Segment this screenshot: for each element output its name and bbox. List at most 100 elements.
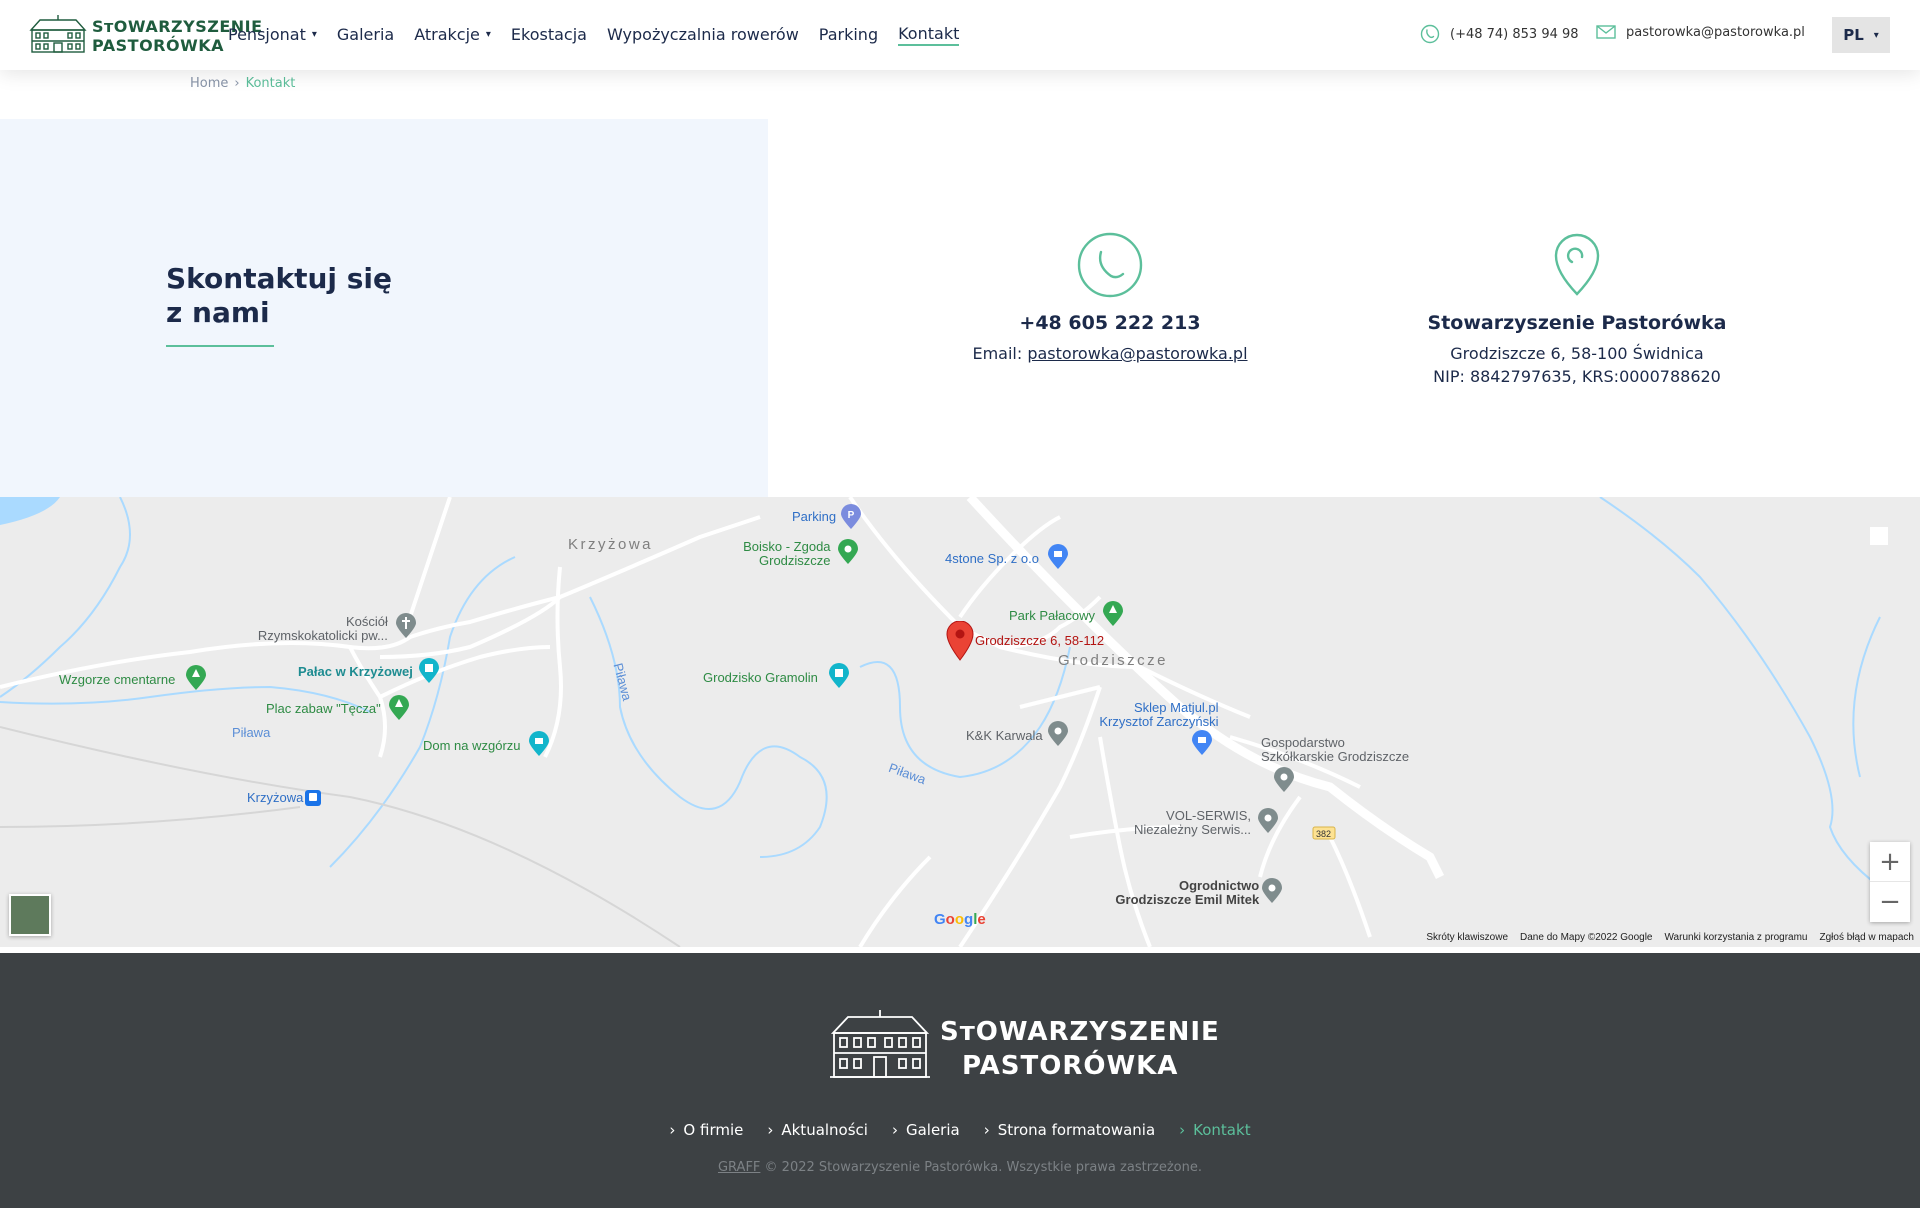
footer-link-galeria[interactable]: › Galeria — [892, 1121, 960, 1139]
business-pin-icon[interactable] — [1274, 767, 1294, 797]
breadcrumb: Home › Kontakt — [190, 76, 295, 91]
poi-label[interactable]: Dom na wzgórzu — [423, 739, 521, 753]
keyboard-shortcuts-link[interactable]: Skróty klawiszowe — [1426, 932, 1508, 943]
email-line: Email: pastorowka@pastorowka.pl — [910, 342, 1310, 365]
marker-address-label: Grodziszcze 6, 58-112 — [975, 633, 1105, 648]
chevron-right-icon: › — [1179, 1121, 1186, 1139]
language-select[interactable]: PL ▾ — [1832, 17, 1890, 53]
poi-label[interactable]: Ogrodnictwo Grodziszcze Emil Mitek — [1111, 879, 1259, 907]
business-pin-icon[interactable] — [1258, 808, 1278, 838]
address-card: Stowarzyszenie Pastorówka Grodziszcze 6,… — [1377, 232, 1777, 388]
chevron-right-icon: › — [891, 1121, 898, 1139]
poi-label-line: Krzysztof Zarczyński — [1099, 714, 1219, 729]
nav-label: Ekostacja — [510, 24, 587, 44]
nav-item-wypozyczalnia[interactable]: Wypożyczalnia rowerów — [607, 25, 799, 46]
footer-link-kontakt[interactable]: › Kontakt — [1179, 1121, 1250, 1139]
town-label-krzyzowa: Krzyżowa — [568, 536, 654, 553]
lodging-pin-icon[interactable] — [529, 731, 549, 761]
footer-logo[interactable]: SᴛOWARZYSZENIE PASTORÓWKA — [830, 1009, 1219, 1089]
park-pin-icon[interactable] — [186, 665, 206, 695]
nav-label: Pensjonat — [228, 24, 306, 44]
poi-label[interactable]: Pałac w Krzyżowej — [298, 665, 413, 679]
zoom-out-button[interactable]: − — [1870, 882, 1910, 922]
transit-label[interactable]: Krzyżowa — [247, 791, 303, 805]
footer-link-label: Strona formatowania — [997, 1121, 1156, 1139]
location-marker-icon[interactable] — [946, 620, 974, 665]
nav-item-ekostacja[interactable]: Ekostacja — [511, 25, 587, 46]
poi-label[interactable]: Gospodarstwo Szkółkarskie Grodziszcze — [1261, 736, 1409, 764]
footer-nav: › O firmie › Aktualności › Galeria › Strona … — [0, 1121, 1920, 1139]
report-error-link[interactable]: Zgłoś błąd w mapach — [1820, 932, 1915, 943]
nav-label: Parking — [818, 24, 879, 44]
footer-link-o-firmie[interactable]: › O firmie — [669, 1121, 743, 1139]
header-email-text: pastorowka@pastorowka.pl — [1626, 24, 1805, 40]
poi-label[interactable]: K&K Karwala — [966, 729, 1043, 743]
poi-label[interactable]: Grodzisko Gramolin — [703, 671, 818, 685]
footer-logo-line-2: PASTORÓWKA — [962, 1051, 1179, 1081]
shop-pin-icon[interactable] — [1048, 544, 1068, 574]
chevron-right-icon: › — [983, 1121, 990, 1139]
landmark-pin-icon[interactable] — [419, 658, 439, 688]
sports-pin-icon[interactable] — [838, 539, 858, 569]
chevron-down-icon: ▾ — [1873, 29, 1879, 41]
church-pin-icon[interactable] — [396, 613, 416, 643]
road-number-label: 382 — [1316, 829, 1332, 839]
poi-label[interactable]: 4stone Sp. z o.o — [945, 552, 1039, 566]
breadcrumb-home[interactable]: Home — [190, 76, 228, 91]
bus-stop-icon[interactable] — [305, 790, 321, 810]
google-map[interactable]: Krzyżowa Grodziszcze Piława Piława Piław… — [0, 497, 1920, 947]
nav-label: Galeria — [336, 24, 395, 44]
nav-item-kontakt[interactable]: Kontakt — [898, 24, 960, 46]
phone-number[interactable]: +48 605 222 213 — [910, 312, 1310, 334]
header-phone[interactable]: (+48 74) 853 94 98 — [1420, 24, 1579, 44]
site-logo[interactable]: SᴛOWARZYSZENIE PASTORÓWKA — [28, 14, 262, 56]
map-data-credit: Dane do Mapy ©2022 Google — [1520, 932, 1653, 943]
fullscreen-toggle[interactable] — [1870, 527, 1888, 545]
nav-item-atrakcje[interactable]: Atrakcje ▾ — [414, 25, 491, 46]
poi-label[interactable]: Plac zabaw "Tęcza" — [266, 702, 381, 716]
phone-icon — [1420, 24, 1440, 44]
nav-label: Atrakcje — [414, 24, 480, 44]
svg-text:P: P — [848, 510, 855, 521]
nav-item-parking[interactable]: Parking — [819, 25, 878, 46]
manor-icon — [830, 1010, 930, 1078]
parking-pin-icon[interactable]: P — [841, 504, 861, 534]
poi-label[interactable]: VOL-SERWIS, Niezależny Serwis... — [1134, 809, 1251, 837]
footer-link-label: Aktualności — [781, 1121, 868, 1139]
poi-label[interactable]: Park Pałacowy — [1009, 609, 1095, 623]
park-pin-icon[interactable] — [1103, 601, 1123, 631]
footer-link-aktualnosci[interactable]: › Aktualności — [767, 1121, 868, 1139]
poi-label[interactable]: Sklep Matjul.pl Krzysztof Zarczyński — [1097, 700, 1219, 729]
satellite-thumbnail-icon — [11, 896, 49, 934]
copyright-text: © 2022 Stowarzyszenie Pastorówka. Wszyst… — [764, 1160, 1203, 1175]
poi-label[interactable]: Parking — [792, 510, 836, 524]
town-label-grodziszcze: Grodziszcze — [1058, 652, 1169, 669]
business-pin-icon[interactable] — [1262, 878, 1282, 908]
nav-item-pensjonat[interactable]: Pensjonat ▾ — [228, 25, 317, 46]
landmark-pin-icon[interactable] — [829, 663, 849, 693]
shop-pin-icon[interactable] — [1192, 730, 1212, 760]
poi-label[interactable]: Boisko - Zgoda Grodziszcze — [743, 540, 830, 568]
poi-label-line: Rzymskokatolicki pw... — [257, 628, 388, 643]
poi-label[interactable]: Wzgorze cmentarne — [59, 673, 175, 687]
zoom-in-button[interactable]: + — [1870, 842, 1910, 882]
footer-link-strona-formatowania[interactable]: › Strona formatowania — [984, 1121, 1155, 1139]
nav-item-galeria[interactable]: Galeria — [337, 25, 394, 46]
graff-link[interactable]: GRAFF — [718, 1160, 760, 1175]
email-link[interactable]: pastorowka@pastorowka.pl — [1027, 344, 1247, 363]
header-email[interactable]: pastorowka@pastorowka.pl — [1596, 24, 1805, 40]
park-pin-icon[interactable] — [389, 695, 409, 725]
registration-ids: NIP: 8842797635, KRS:0000788620 — [1433, 367, 1721, 386]
poi-label[interactable]: Kościół Rzymskokatolicki pw... — [254, 615, 388, 643]
footer-logo-line-1: SᴛOWARZYSZENIE — [940, 1017, 1220, 1047]
poi-label-line: Sklep Matjul.pl — [1134, 700, 1219, 715]
map-attribution: Skróty klawiszowe Dane do Mapy ©2022 Goo… — [1426, 932, 1914, 943]
business-pin-icon[interactable] — [1048, 721, 1068, 751]
zoom-controls: + − — [1870, 842, 1910, 922]
organization-name: Stowarzyszenie Pastorówka — [1427, 312, 1727, 334]
page-title-line-1: Skontaktuj się — [166, 262, 393, 295]
satellite-toggle[interactable] — [9, 894, 51, 936]
terms-link[interactable]: Warunki korzystania z programu — [1664, 932, 1807, 943]
poi-label-line: Grodziszcze Emil Mitek — [1115, 892, 1260, 907]
title-underline — [166, 345, 274, 347]
